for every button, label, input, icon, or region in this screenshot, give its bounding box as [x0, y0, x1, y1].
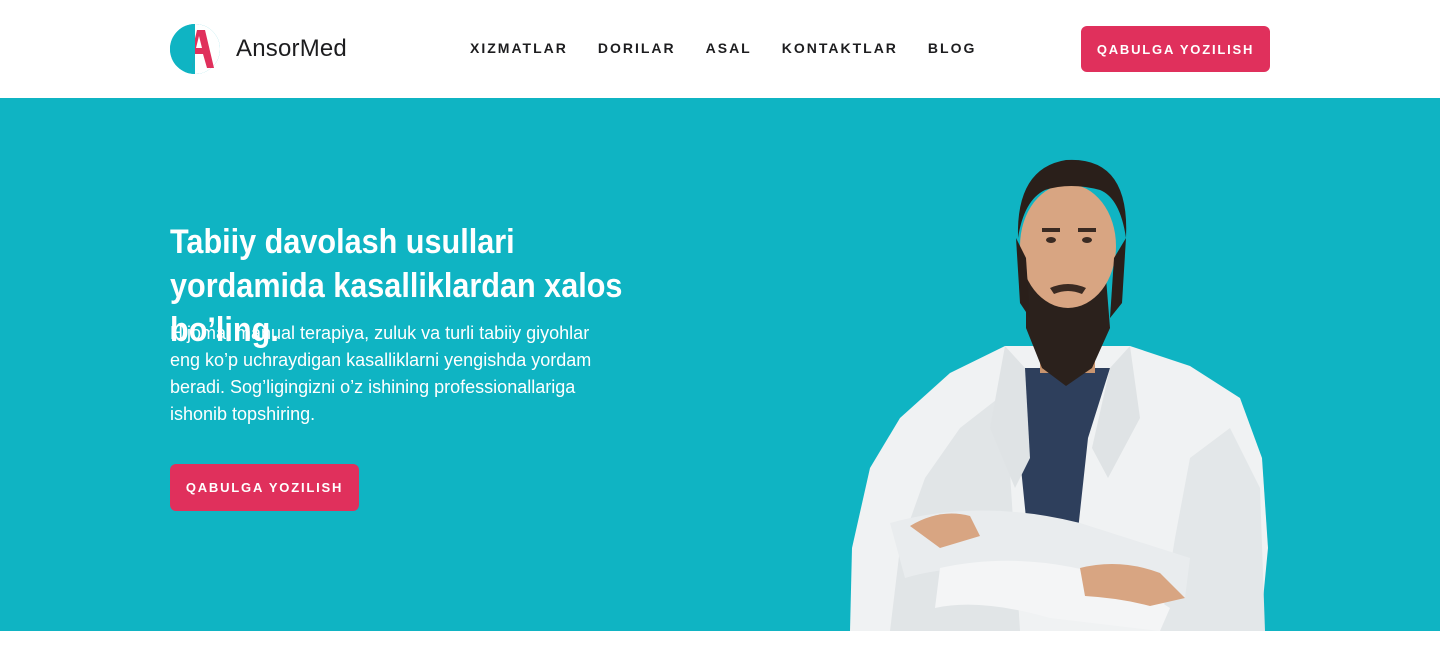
nav-item-blog[interactable]: BLOG [928, 40, 976, 56]
hero-appointment-button[interactable]: QABULGA YOZILISH [170, 464, 359, 511]
header-appointment-button[interactable]: QABULGA YOZILISH [1081, 26, 1270, 72]
main-nav: XIZMATLAR DORILAR ASAL KONTAKTLAR BLOG [470, 40, 976, 56]
brand-name: AnsorMed [236, 35, 347, 62]
doctor-photo [850, 159, 1268, 631]
logo[interactable]: AnsorMed [170, 24, 347, 74]
page-bottom [0, 631, 1440, 659]
site-header: AnsorMed XIZMATLAR DORILAR ASAL KONTAKTL… [0, 0, 1440, 98]
nav-item-asal[interactable]: ASAL [706, 40, 752, 56]
nav-item-kontaktlar[interactable]: KONTAKTLAR [782, 40, 898, 56]
nav-item-xizmatlar[interactable]: XIZMATLAR [470, 40, 568, 56]
ansormed-logo-icon [170, 24, 220, 74]
hero-section: Tabiiy davolash usullari yordamida kasal… [0, 98, 1440, 631]
nav-item-dorilar[interactable]: DORILAR [598, 40, 676, 56]
hero-description: Hijoma, manual terapiya, zuluk va turli … [170, 323, 592, 424]
